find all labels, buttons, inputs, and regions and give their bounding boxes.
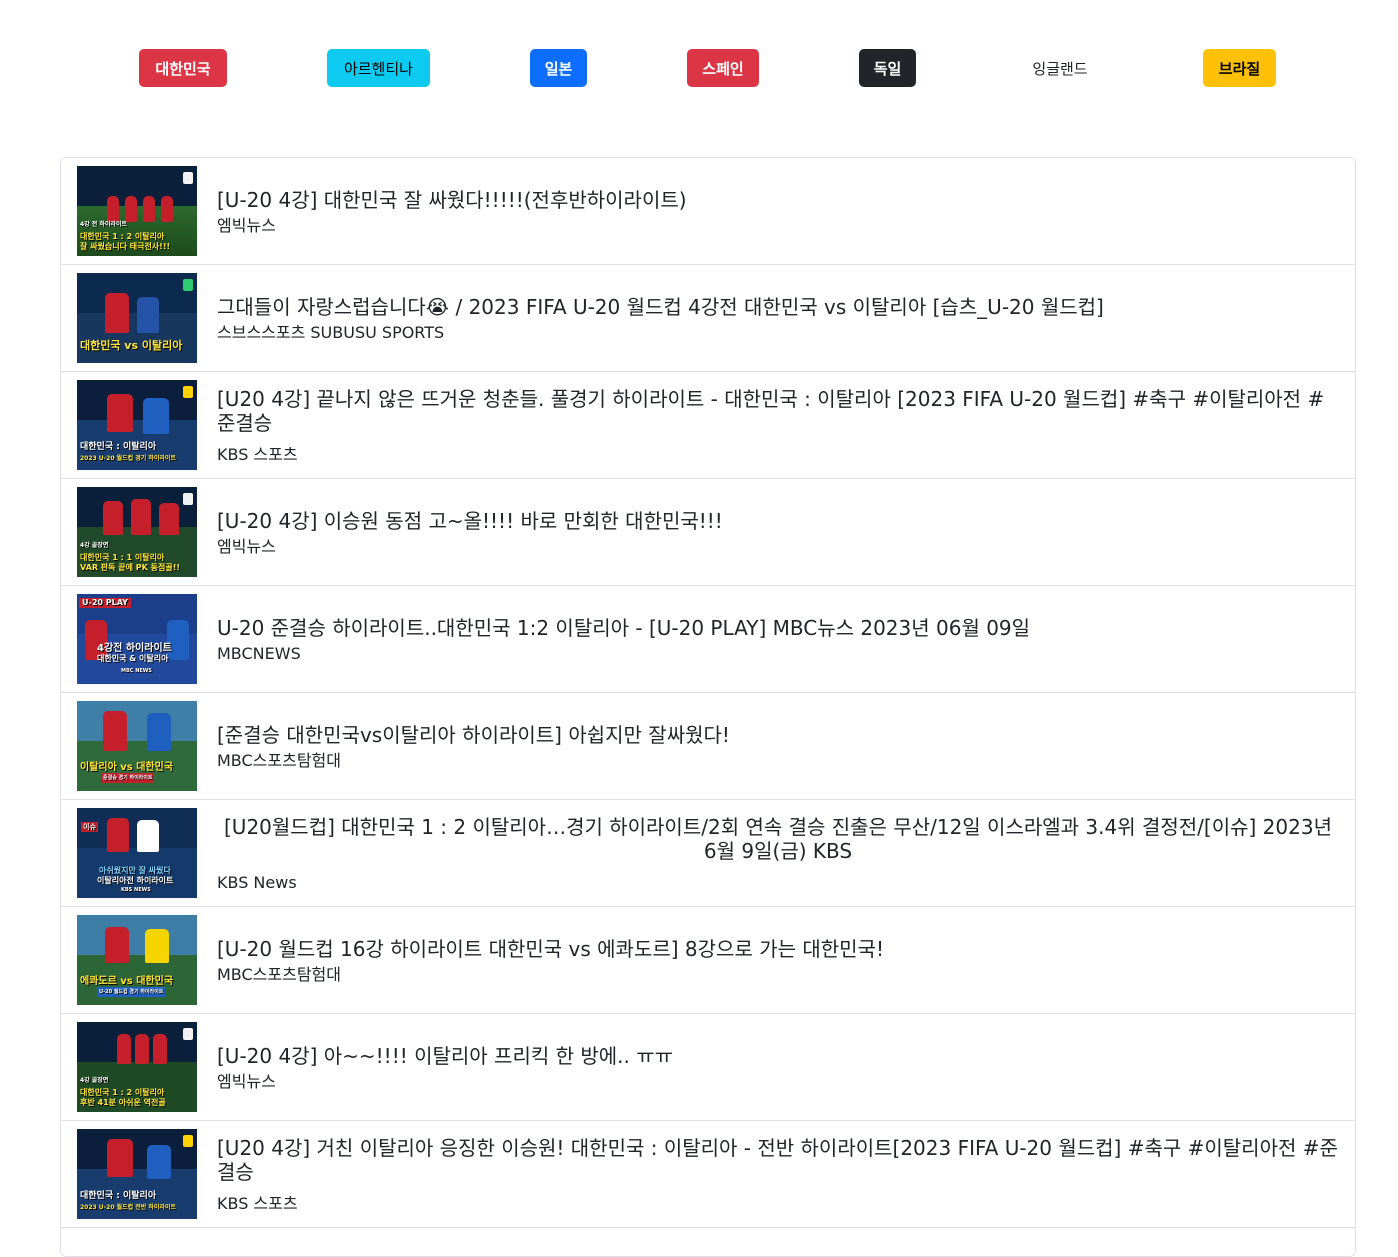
video-thumbnail[interactable]: 대한민국 : 이탈리아 2023 U-20 월드컵 전반 하이라이트 <box>77 1129 197 1219</box>
video-item[interactable]: 대한민국 1 : 2 이탈리아 잘 싸웠습니다 태극전사!!! 4강 전 하이라… <box>61 158 1355 265</box>
video-thumbnail[interactable]: 이슈 아쉬웠지만 잘 싸웠다 이탈리아전 하이라이트 KBS NEWS <box>77 808 197 898</box>
video-channel: 엠빅뉴스 <box>217 1071 276 1091</box>
video-thumbnail[interactable]: 4강 골장면 대한민국 1 : 1 이탈리아 VAR 판독 끝에 PK 동점골!… <box>77 487 197 577</box>
video-channel: 엠빅뉴스 <box>217 215 276 235</box>
video-info: [U-20 4강] 대한민국 잘 싸웠다!!!!!(전후반하이라이트) 엠빅뉴스 <box>217 158 1339 265</box>
video-title[interactable]: [U20 4강] 끝나지 않은 뜨거운 청춘들. 풀경기 하이라이트 - 대한민… <box>217 387 1339 435</box>
video-thumbnail[interactable]: 대한민국 : 이탈리아 2023 U-20 월드컵 경기 하이라이트 <box>77 380 197 470</box>
country-button-korea[interactable]: 대한민국 <box>139 49 227 87</box>
video-thumbnail[interactable]: 이탈리아 vs 대한민국 준결승 경기 하이라이트 <box>77 701 197 791</box>
video-item[interactable]: 대한민국 : 이탈리아 2023 U-20 월드컵 경기 하이라이트 [U20 … <box>61 372 1355 479</box>
country-button-brazil[interactable]: 브라질 <box>1203 49 1276 87</box>
country-button-argentina[interactable]: 아르헨티나 <box>327 49 430 87</box>
video-thumbnail[interactable]: 대한민국 1 : 2 이탈리아 잘 싸웠습니다 태극전사!!! 4강 전 하이라… <box>77 166 197 256</box>
video-item[interactable]: 대한민국 vs 이탈리아 그대들이 자랑스럽습니다😭 / 2023 FIFA U… <box>61 265 1355 372</box>
video-thumbnail[interactable]: U-20 PLAY 4강전 하이라이트 대한민국 & 이탈리아 MBC NEWS <box>77 594 197 684</box>
country-filter-bar: 대한민국 아르헨티나 일본 스페인 독일 잉글랜드 브라질 <box>0 0 1398 130</box>
video-item[interactable]: 에콰도르 vs 대한민국 U-20 월드컵 경기 하이라이트 [U-20 월드컵… <box>61 907 1355 1014</box>
video-title[interactable]: [U20월드컵] 대한민국 1 : 2 이탈리아…경기 하이라이트/2회 연속 … <box>217 815 1339 863</box>
video-thumbnail[interactable]: 에콰도르 vs 대한민국 U-20 월드컵 경기 하이라이트 <box>77 915 197 1005</box>
video-channel: KBS 스포츠 <box>217 1193 298 1213</box>
video-title[interactable]: [U-20 4강] 이승원 동점 고~올!!!! 바로 만회한 대한민국!!! <box>217 509 1339 533</box>
video-title[interactable]: [U-20 4강] 대한민국 잘 싸웠다!!!!!(전후반하이라이트) <box>217 188 1339 212</box>
video-title[interactable]: [U-20 4강] 아~~!!!! 이탈리아 프리킥 한 방에.. ㅠㅠ <box>217 1044 1339 1068</box>
video-info: [U-20 4강] 이승원 동점 고~올!!!! 바로 만회한 대한민국!!! … <box>217 479 1339 586</box>
video-info: 그대들이 자랑스럽습니다😭 / 2023 FIFA U-20 월드컵 4강전 대… <box>217 265 1339 372</box>
country-button-germany[interactable]: 독일 <box>859 49 916 87</box>
video-channel: MBC스포츠탐험대 <box>217 750 341 770</box>
video-info: U-20 준결승 하이라이트..대한민국 1:2 이탈리아 - [U-20 PL… <box>217 586 1339 693</box>
country-button-spain[interactable]: 스페인 <box>687 49 759 87</box>
video-info: [준결승 대한민국vs이탈리아 하이라이트] 아쉽지만 잘싸웠다! MBC스포츠… <box>217 693 1339 800</box>
video-title[interactable]: 그대들이 자랑스럽습니다😭 / 2023 FIFA U-20 월드컵 4강전 대… <box>217 295 1339 319</box>
video-channel: MBCNEWS <box>217 643 301 663</box>
video-item[interactable]: 4강 골장면 대한민국 1 : 1 이탈리아 VAR 판독 끝에 PK 동점골!… <box>61 479 1355 586</box>
video-channel: KBS 스포츠 <box>217 444 298 464</box>
video-list: 대한민국 1 : 2 이탈리아 잘 싸웠습니다 태극전사!!! 4강 전 하이라… <box>60 157 1356 1257</box>
video-item[interactable]: 대한민국 : 이탈리아 2023 U-20 월드컵 전반 하이라이트 [U20 … <box>61 1121 1355 1228</box>
video-item[interactable]: 이탈리아 vs 대한민국 준결승 경기 하이라이트 [준결승 대한민국vs이탈리… <box>61 693 1355 800</box>
video-info: [U-20 월드컵 16강 하이라이트 대한민국 vs 에콰도르] 8강으로 가… <box>217 907 1339 1014</box>
video-thumbnail[interactable]: 대한민국 vs 이탈리아 <box>77 273 197 363</box>
video-channel: MBC스포츠탐험대 <box>217 964 341 984</box>
video-item[interactable]: 이슈 아쉬웠지만 잘 싸웠다 이탈리아전 하이라이트 KBS NEWS [U20… <box>61 800 1355 907</box>
video-title[interactable]: [U-20 월드컵 16강 하이라이트 대한민국 vs 에콰도르] 8강으로 가… <box>217 937 1339 961</box>
country-button-england[interactable]: 잉글랜드 <box>1016 49 1104 87</box>
video-info: [U-20 4강] 아~~!!!! 이탈리아 프리킥 한 방에.. ㅠㅠ 엠빅뉴… <box>217 1014 1339 1121</box>
video-title[interactable]: [U20 4강] 거친 이탈리아 응징한 이승원! 대한민국 : 이탈리아 - … <box>217 1136 1339 1184</box>
video-info: [U20 4강] 거친 이탈리아 응징한 이승원! 대한민국 : 이탈리아 - … <box>217 1121 1339 1228</box>
video-channel: 엠빅뉴스 <box>217 536 276 556</box>
video-info: [U20월드컵] 대한민국 1 : 2 이탈리아…경기 하이라이트/2회 연속 … <box>217 800 1339 907</box>
video-info: [U20 4강] 끝나지 않은 뜨거운 청춘들. 풀경기 하이라이트 - 대한민… <box>217 372 1339 479</box>
video-thumbnail[interactable]: 4강 골장면 대한민국 1 : 2 이탈리아 후반 41분 아쉬운 역전골 <box>77 1022 197 1112</box>
country-button-japan[interactable]: 일본 <box>530 49 587 87</box>
video-item[interactable]: 4강 골장면 대한민국 1 : 2 이탈리아 후반 41분 아쉬운 역전골 [U… <box>61 1014 1355 1121</box>
video-channel: 스브스스포츠 SUBUSU SPORTS <box>217 322 445 342</box>
video-title[interactable]: [준결승 대한민국vs이탈리아 하이라이트] 아쉽지만 잘싸웠다! <box>217 723 1339 747</box>
video-title[interactable]: U-20 준결승 하이라이트..대한민국 1:2 이탈리아 - [U-20 PL… <box>217 616 1339 640</box>
video-item[interactable]: U-20 PLAY 4강전 하이라이트 대한민국 & 이탈리아 MBC NEWS… <box>61 586 1355 693</box>
video-channel: KBS News <box>217 872 297 892</box>
